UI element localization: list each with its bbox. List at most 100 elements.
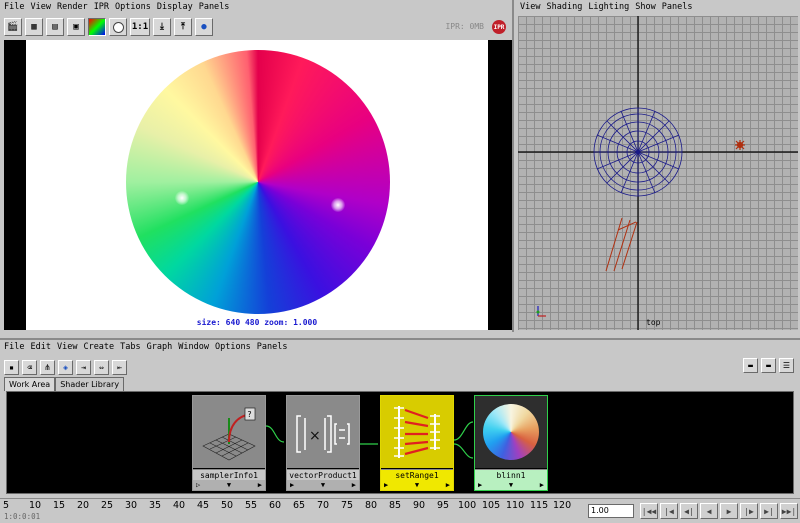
go-to-start-button[interactable]: |◀◀ (640, 503, 658, 519)
svg-text:×: × (309, 428, 321, 444)
ipr-memory-label: IPR: 0MB (445, 22, 484, 31)
time-slider-track[interactable]: 5 10 15 20 25 30 35 40 45 50 55 60 65 70… (0, 499, 580, 523)
step-forward-key-button[interactable]: ▶| (760, 503, 778, 519)
expand-arrow-icon[interactable]: ▼ (321, 480, 325, 490)
menu-lighting[interactable]: Lighting (588, 2, 629, 12)
expand-arrow-icon[interactable]: ▼ (415, 480, 419, 490)
step-back-frame-icon: ◀| (684, 506, 694, 516)
samplerinfo-icon: ? (202, 407, 256, 461)
blinn-preview-sphere (483, 404, 539, 460)
graph-materials-button[interactable]: ◈ (58, 359, 73, 375)
ipr-badge[interactable]: IPR (492, 20, 506, 34)
layout-bottom-tabs-button[interactable]: ▬ (761, 358, 776, 373)
node-setrange[interactable]: setRange1 ▶ ▼ ▶ (380, 395, 454, 491)
menu-view[interactable]: View (520, 2, 540, 12)
keep-image-button[interactable]: ⤓ (153, 18, 171, 36)
render-toolbar: 🎬 ▦ ▤ ▣ 1:1 ⤓ ⤒ ● (0, 16, 514, 38)
menu-panels[interactable]: Panels (257, 342, 288, 352)
input-port-icon[interactable]: ▶ (384, 480, 388, 490)
alpha-channel-button[interactable] (109, 18, 127, 36)
layout-top-icon: ▬ (748, 361, 753, 370)
ipr-icon: ▤ (52, 22, 58, 32)
layout-top-tabs-button[interactable]: ▬ (743, 358, 758, 373)
tick-label: 15 (53, 500, 66, 511)
menu-view[interactable]: View (30, 2, 50, 12)
snapshot-button[interactable]: ▣ (67, 18, 85, 36)
top-viewport[interactable]: top (518, 16, 798, 330)
menu-file[interactable]: File (4, 2, 24, 12)
tab-work-area[interactable]: Work Area (4, 377, 56, 391)
sphere-wireframe[interactable] (593, 107, 683, 197)
real-size-button[interactable]: 1:1 (130, 18, 150, 36)
output-port-icon[interactable]: ▶ (352, 480, 356, 490)
step-back-frame-button[interactable]: ◀| (680, 503, 698, 519)
render-globals-button[interactable]: ● (195, 18, 213, 36)
toggle-create-bar-button[interactable]: ▪ (4, 359, 19, 375)
expand-arrow-icon[interactable]: ▼ (509, 480, 513, 490)
output-port-icon[interactable]: ▶ (540, 480, 544, 490)
vectorproduct-swatch: × (287, 396, 359, 468)
layout-both-tabs-button[interactable]: ☰ (779, 358, 794, 373)
tick-label: 80 (365, 500, 378, 511)
menu-ipr[interactable]: IPR (94, 2, 109, 12)
eraser-icon: ⌫ (27, 362, 32, 372)
globals-icon: ● (201, 22, 207, 32)
work-area-graph[interactable]: ? samplerInfo1 ▷ ▼ ▶ × vectorProduct1 ▶ … (6, 391, 794, 494)
input-output-icon: ⇔ (99, 362, 104, 372)
tick-label: 110 (506, 500, 525, 511)
expand-arrow-icon[interactable]: ▼ (227, 480, 231, 490)
menu-graph[interactable]: Graph (147, 342, 173, 352)
menu-window[interactable]: Window (178, 342, 209, 352)
menu-render[interactable]: Render (57, 2, 88, 12)
clear-graph-button[interactable]: ⌫ (22, 359, 37, 375)
tick-label: 25 (101, 500, 114, 511)
step-back-key-button[interactable]: |◀ (660, 503, 678, 519)
step-forward-frame-button[interactable]: |▶ (740, 503, 758, 519)
menu-show[interactable]: Show (635, 2, 655, 12)
rearrange-graph-button[interactable]: ⋔ (40, 359, 55, 375)
play-forwards-button[interactable]: ▶ (720, 503, 738, 519)
output-port-icon[interactable]: ▶ (446, 480, 450, 490)
menu-panels[interactable]: Panels (199, 2, 230, 12)
menu-file[interactable]: File (4, 342, 24, 352)
menu-options[interactable]: Options (115, 2, 151, 12)
menu-create[interactable]: Create (83, 342, 114, 352)
output-port-icon[interactable]: ▶ (258, 480, 262, 490)
menu-tabs[interactable]: Tabs (120, 342, 140, 352)
menu-shading[interactable]: Shading (546, 2, 582, 12)
input-port-icon[interactable]: ▶ (290, 480, 294, 490)
tick-label: 100 (458, 500, 477, 511)
node-vectorproduct[interactable]: × vectorProduct1 ▶ ▼ ▶ (286, 395, 360, 491)
render-view-menubar: File View Render IPR Options Display Pan… (0, 0, 512, 14)
go-to-end-button[interactable]: ▶▶| (780, 503, 798, 519)
menu-edit[interactable]: Edit (30, 342, 50, 352)
output-connections-button[interactable]: ⇤ (112, 359, 127, 375)
remove-image-button[interactable]: ⤒ (174, 18, 192, 36)
top-view-panel: View Shading Lighting Show Panels top (516, 0, 800, 332)
viewport-scene (518, 16, 798, 330)
menu-display[interactable]: Display (157, 2, 193, 12)
redo-render-button[interactable]: 🎬 (4, 18, 22, 36)
input-connections-button[interactable]: ⇥ (76, 359, 91, 375)
rendered-image[interactable]: size: 640 480 zoom: 1.000 (26, 40, 488, 330)
tab-shader-library[interactable]: Shader Library (55, 377, 125, 391)
render-region-button[interactable]: ▦ (25, 18, 43, 36)
specular-highlight-right (331, 198, 345, 212)
node-blinn[interactable]: blinn1 ▶ ▼ ▶ (474, 395, 548, 491)
input-output-button[interactable]: ⇔ (94, 359, 109, 375)
directional-light-icon[interactable] (605, 217, 638, 272)
step-forward-key-icon: ▶| (764, 506, 774, 516)
rgb-channel-button[interactable] (88, 18, 106, 36)
ipr-render-button[interactable]: ▤ (46, 18, 64, 36)
menu-view[interactable]: View (57, 342, 77, 352)
menu-options[interactable]: Options (215, 342, 251, 352)
tick-label: 60 (269, 500, 282, 511)
input-port-icon[interactable]: ▶ (478, 480, 482, 490)
play-backwards-button[interactable]: ◀ (700, 503, 718, 519)
point-light-icon[interactable] (735, 140, 745, 150)
input-port-icon[interactable]: ▷ (196, 480, 200, 490)
node-ports: ▶ ▼ ▶ (475, 480, 547, 490)
node-samplerinfo[interactable]: ? samplerInfo1 ▷ ▼ ▶ (192, 395, 266, 491)
menu-panels[interactable]: Panels (662, 2, 693, 12)
current-time-field[interactable]: 1.00 (588, 504, 634, 518)
